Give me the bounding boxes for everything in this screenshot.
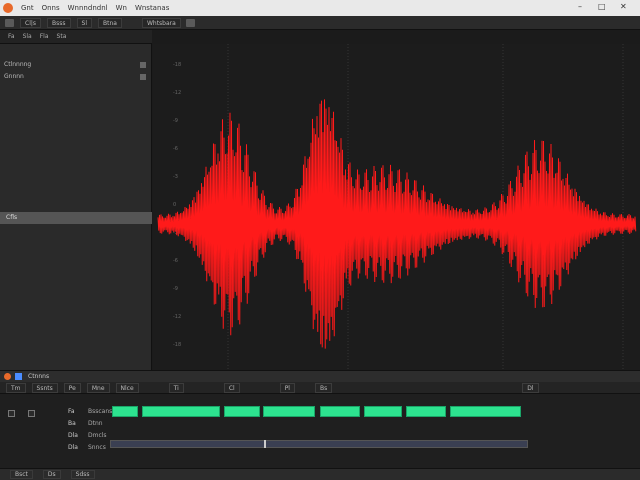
bottom-title: Ctnnns [28, 373, 50, 380]
menu-wn[interactable]: Wn [116, 4, 127, 12]
clip-4[interactable] [263, 406, 315, 417]
db-tick-label: -18 [173, 342, 181, 348]
track-list: Fa Bsscans Ba Dtnn Dla Dmcls Dla Snncs [0, 394, 640, 468]
app-logo-icon [3, 3, 13, 13]
timeline-btn-2[interactable]: Ssnts [31, 382, 58, 393]
title-bar: Gnt Onns Wnnndndnl Wn Wnstanas – □ ✕ [0, 0, 640, 16]
status-bar: Bsct Ds Sdss [0, 468, 640, 480]
timeline-toolbar: Tm Ssnts Pe Mne Nlce Ti Cl Pl Bs Dl [0, 382, 640, 394]
bottom-header: Ctnnns [0, 370, 640, 382]
clip-2[interactable] [142, 406, 220, 417]
clip-6[interactable] [364, 406, 402, 417]
waveform-canvas[interactable]: -18-12-9-6-30-3-6-9-12-18 [153, 44, 640, 370]
main-toolbar: Cl|s Bsss Sl Btna Whtsbara [0, 16, 640, 30]
panel-row-label: Gnnnn [4, 73, 24, 80]
db-tick-label: -6 [173, 146, 178, 152]
status-item-3[interactable]: Sdss [70, 470, 95, 479]
waveform-trace[interactable] [157, 99, 637, 349]
db-tick-label: -12 [173, 314, 181, 320]
clip-8[interactable] [450, 406, 521, 417]
timeline-btn-5[interactable]: Nlce [115, 382, 139, 393]
clip-7[interactable] [406, 406, 446, 417]
db-tick-label: -3 [173, 174, 178, 180]
panel-row-2[interactable]: Gnnnn [4, 72, 148, 82]
tab-sla[interactable]: Sla [23, 33, 32, 40]
toolbar-button-2[interactable]: Bsss [47, 17, 71, 28]
side-panel: Ctlnnnng Gnnnn Cfls [0, 44, 152, 370]
clip-3[interactable] [224, 406, 260, 417]
menu-wnnndndnl[interactable]: Wnnndndnl [68, 4, 108, 12]
new-file-icon[interactable] [5, 18, 14, 27]
toolbar-button-5[interactable]: Whtsbara [141, 17, 181, 28]
timeline-scrollbar[interactable] [110, 440, 528, 448]
status-item-1[interactable]: Bsct [10, 470, 33, 479]
search-icon[interactable] [140, 74, 146, 80]
menu-gnt[interactable]: Gnt [21, 4, 34, 12]
track-2-name: Dtnn [88, 420, 103, 427]
mute-toggle[interactable] [8, 410, 15, 417]
toolbar-button-4[interactable]: Btna [98, 17, 122, 28]
panel-tabs: Fa Sla Fla Sta [0, 30, 152, 44]
menu-wnstanas[interactable]: Wnstanas [135, 4, 169, 12]
track-4-name: Snncs [88, 444, 106, 451]
db-tick-label: 0 [173, 202, 176, 208]
timeline-btn-7[interactable]: Cl [223, 382, 240, 393]
tab-fa[interactable]: Fa [8, 33, 15, 40]
close-button[interactable]: ✕ [620, 2, 627, 11]
timeline-btn-6[interactable]: Ti [168, 382, 184, 393]
record-icon[interactable] [4, 373, 11, 380]
tab-sta[interactable]: Sta [57, 33, 67, 40]
clip-5[interactable] [320, 406, 360, 417]
db-tick-label: -18 [173, 62, 181, 68]
timeline-btn-9[interactable]: Bs [314, 382, 333, 393]
tab-fla[interactable]: Fla [40, 33, 49, 40]
settings-icon[interactable] [185, 18, 195, 27]
panel-row-label: Ctlnnnng [4, 61, 32, 68]
track-3-name: Dmcls [88, 432, 107, 439]
maximize-button[interactable]: □ [598, 2, 606, 11]
playhead-marker[interactable] [264, 440, 266, 448]
track-1-name: Bsscans [88, 408, 113, 415]
toolbar-button-1[interactable]: Cl|s [20, 17, 42, 28]
track-4-num: Dla [68, 444, 78, 451]
track-1-num: Fa [68, 408, 75, 415]
track-controls [8, 410, 35, 419]
waveform-view[interactable]: -18 -12 -9 -6 -3 0 -3 -6 -9 -12 -18 [153, 44, 640, 370]
timeline-btn-10[interactable]: Dl [522, 382, 539, 393]
timeline-btn-8[interactable]: Pl [279, 382, 295, 393]
timeline-btn-1[interactable]: Tm [6, 382, 26, 393]
toolbar-button-3[interactable]: Sl [76, 17, 92, 28]
track-2-num: Ba [68, 420, 76, 427]
menu-onns[interactable]: Onns [42, 4, 60, 12]
timeline-btn-4[interactable]: Mne [86, 382, 110, 393]
track-3-num: Dla [68, 432, 78, 439]
panel-row-1[interactable]: Ctlnnnng [4, 60, 148, 70]
solo-toggle[interactable] [27, 410, 35, 417]
link-icon[interactable] [140, 62, 146, 68]
info-icon [15, 373, 22, 380]
panel-selected-item[interactable]: Cfls [0, 212, 152, 224]
db-tick-label: -9 [173, 286, 178, 292]
clip-1[interactable] [112, 406, 138, 417]
status-item-2[interactable]: Ds [42, 470, 61, 479]
minimize-button[interactable]: – [578, 2, 582, 11]
db-tick-label: -9 [173, 118, 178, 124]
db-tick-label: -12 [173, 90, 181, 96]
db-tick-label: -6 [173, 258, 178, 264]
timeline-btn-3[interactable]: Pe [63, 382, 81, 393]
